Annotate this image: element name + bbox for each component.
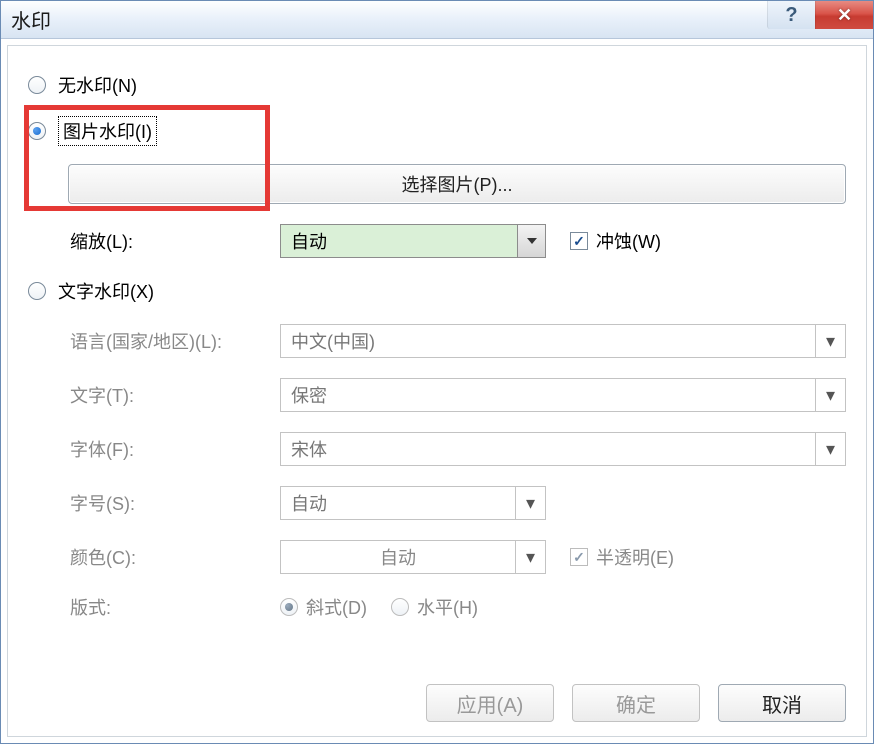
radio-icon [28,76,46,94]
cancel-label: 取消 [762,689,802,718]
language-value: 中文(中国) [281,328,815,354]
text-combo[interactable]: 保密 ▾ [280,378,846,412]
washout-label: 冲蚀(W) [596,228,661,254]
chevron-down-icon [527,238,537,244]
size-value: 自动 [281,490,515,516]
no-watermark-label: 无水印(N) [58,72,137,98]
text-row: 文字(T): 保密 ▾ [28,378,846,412]
help-icon: ? [785,4,797,27]
language-combo[interactable]: 中文(中国) ▾ [280,324,846,358]
diagonal-label: 斜式(D) [306,594,367,620]
watermark-dialog: 水印 ? ✕ 无水印(N) 图片水印(I) 选择图片(P)... [0,0,874,744]
chevron-down-icon: ▾ [526,493,535,514]
no-watermark-option[interactable]: 无水印(N) [28,72,846,98]
dropdown-button[interactable]: ▾ [815,325,845,357]
cancel-button[interactable]: 取消 [718,684,846,722]
radio-icon [28,122,46,140]
radio-icon [280,598,298,616]
layout-row: 版式: 斜式(D) 水平(H) [28,594,846,620]
language-row: 语言(国家/地区)(L): 中文(中国) ▾ [28,324,846,358]
dialog-body: 无水印(N) 图片水印(I) 选择图片(P)... 缩放(L): 自动 冲蚀(W… [7,45,867,737]
size-row: 字号(S): 自动 ▾ [28,486,846,520]
font-value: 宋体 [281,436,815,462]
dropdown-button[interactable]: ▾ [815,379,845,411]
font-label: 字体(F): [70,436,280,462]
titlebar[interactable]: 水印 ? ✕ [1,1,873,39]
font-combo[interactable]: 宋体 ▾ [280,432,846,466]
scale-value: 自动 [281,228,517,254]
chevron-down-icon: ▾ [826,385,835,406]
picture-watermark-label: 图片水印(I) [58,116,157,146]
select-picture-label: 选择图片(P)... [402,171,513,197]
close-button[interactable]: ✕ [815,1,873,29]
dropdown-button[interactable]: ▾ [815,433,845,465]
chevron-down-icon: ▾ [826,331,835,352]
color-combo[interactable]: 自动 ▾ [280,540,546,574]
size-combo[interactable]: 自动 ▾ [280,486,546,520]
text-watermark-option[interactable]: 文字水印(X) [28,278,846,304]
diagonal-option[interactable]: 斜式(D) [280,594,367,620]
size-label: 字号(S): [70,490,280,516]
dropdown-button[interactable]: ▾ [515,541,545,573]
help-button[interactable]: ? [767,1,815,29]
color-value: 自动 [281,544,515,570]
ok-button[interactable]: 确定 [572,684,700,722]
horizontal-option[interactable]: 水平(H) [391,594,478,620]
text-value: 保密 [281,382,815,408]
font-row: 字体(F): 宋体 ▾ [28,432,846,466]
apply-label: 应用(A) [457,689,524,718]
language-label: 语言(国家/地区)(L): [70,328,280,354]
chevron-down-icon: ▾ [826,439,835,460]
semitransparent-label: 半透明(E) [596,544,674,570]
dropdown-button[interactable] [517,225,545,257]
window-title: 水印 [11,5,51,34]
layout-label: 版式: [70,594,280,620]
titlebar-buttons: ? ✕ [767,1,873,29]
layout-options: 斜式(D) 水平(H) [280,594,478,620]
close-icon: ✕ [837,5,852,26]
ok-label: 确定 [616,689,656,718]
chevron-down-icon: ▾ [526,547,535,568]
semitransparent-checkbox[interactable] [570,548,588,566]
scale-label: 缩放(L): [70,228,280,254]
color-row: 颜色(C): 自动 ▾ 半透明(E) [28,540,846,574]
select-picture-button[interactable]: 选择图片(P)... [68,164,846,204]
apply-button[interactable]: 应用(A) [426,684,554,722]
washout-checkbox[interactable] [570,232,588,250]
scale-row: 缩放(L): 自动 冲蚀(W) [28,224,846,258]
radio-icon [391,598,409,616]
dropdown-button[interactable]: ▾ [515,487,545,519]
radio-icon [28,282,46,300]
horizontal-label: 水平(H) [417,594,478,620]
text-label: 文字(T): [70,382,280,408]
text-watermark-label: 文字水印(X) [58,278,154,304]
dialog-footer: 应用(A) 确定 取消 [28,674,846,722]
color-label: 颜色(C): [70,544,280,570]
scale-combo[interactable]: 自动 [280,224,546,258]
picture-watermark-option[interactable]: 图片水印(I) [28,116,846,146]
